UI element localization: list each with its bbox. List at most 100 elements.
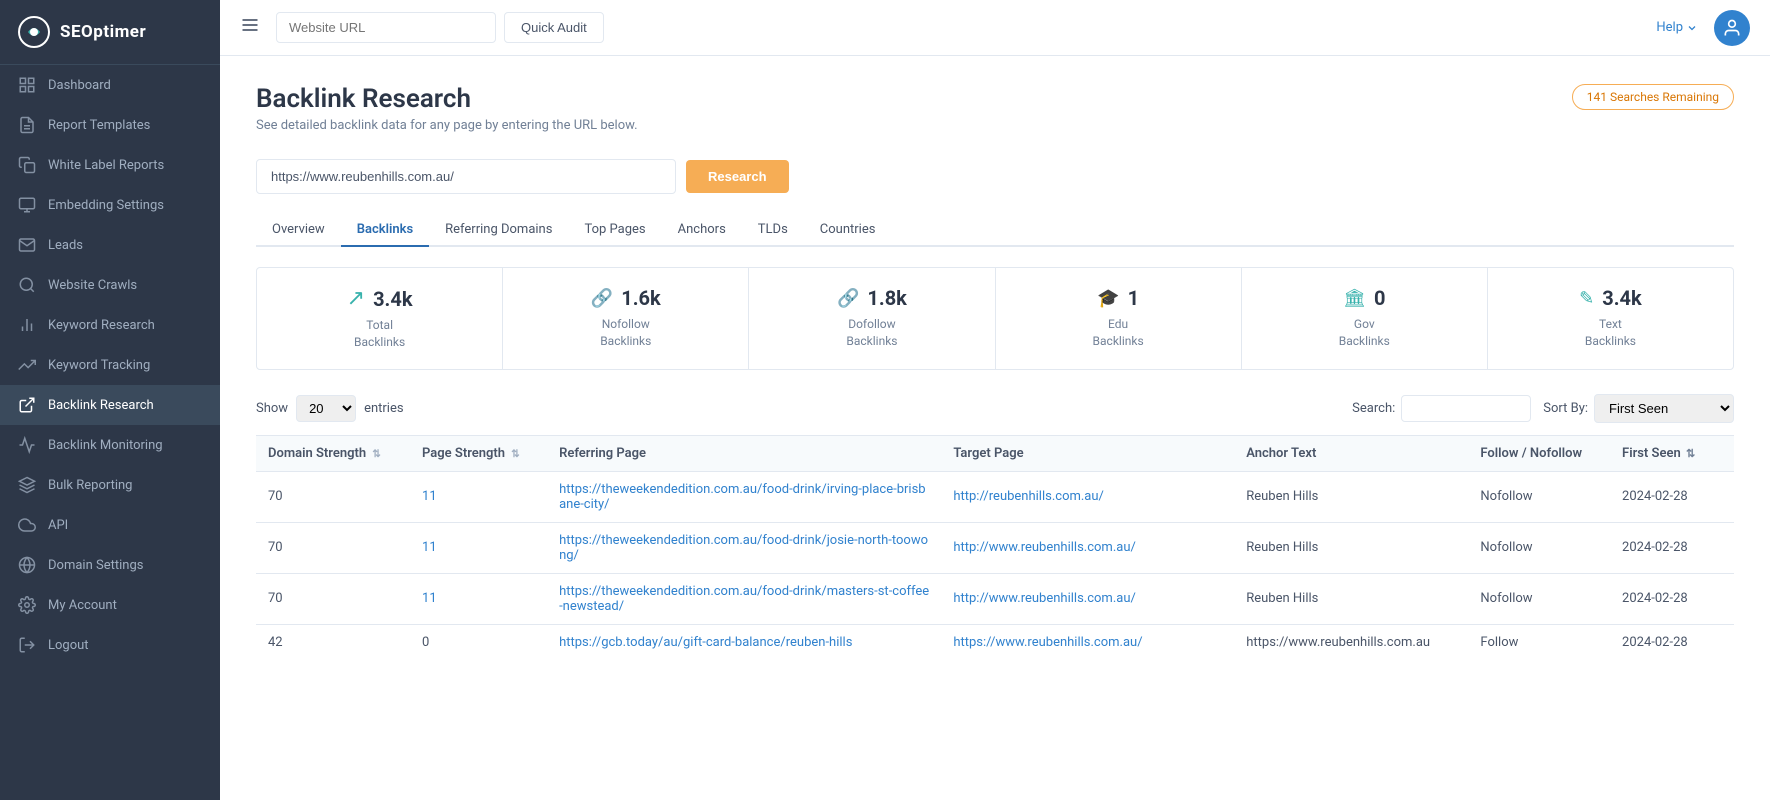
sidebar-item-dashboard[interactable]: Dashboard: [0, 65, 220, 105]
topbar-right: Help: [1656, 10, 1750, 46]
th-follow-nofollow: Follow / Nofollow: [1468, 435, 1610, 471]
sidebar-item-logout[interactable]: Logout: [0, 625, 220, 665]
th-target-page: Target Page: [941, 435, 1234, 471]
sidebar-item-website-crawls[interactable]: Website Crawls: [0, 265, 220, 305]
cell-referring-page: https://theweekendedition.com.au/food-dr…: [547, 471, 941, 522]
stat-dofollow-backlinks: 🔗 1.8k DofollowBacklinks: [749, 268, 995, 369]
total-backlinks-label: TotalBacklinks: [354, 317, 405, 351]
url-research-input[interactable]: [256, 159, 676, 194]
sidebar-item-embedding-settings[interactable]: Embedding Settings: [0, 185, 220, 225]
sidebar-item-report-templates[interactable]: Report Templates: [0, 105, 220, 145]
cell-domain-strength: 70: [256, 471, 410, 522]
cell-domain-strength: 70: [256, 573, 410, 624]
sidebar-item-keyword-research[interactable]: Keyword Research: [0, 305, 220, 345]
sidebar-item-domain-settings[interactable]: Domain Settings: [0, 545, 220, 585]
backlinks-table: Domain Strength ⇅ Page Strength ⇅ Referr…: [256, 435, 1734, 660]
cell-domain-strength: 42: [256, 624, 410, 660]
target-page-link[interactable]: http://www.reubenhills.com.au/: [953, 540, 1136, 555]
page-title: Backlink Research: [256, 84, 638, 114]
main-area: Quick Audit Help Backlink Research See d…: [220, 0, 1770, 800]
sidebar-item-leads[interactable]: Leads: [0, 225, 220, 265]
cell-referring-page: https://theweekendedition.com.au/food-dr…: [547, 573, 941, 624]
sidebar-item-backlink-monitoring[interactable]: Backlink Monitoring: [0, 425, 220, 465]
globe-icon: [18, 556, 36, 574]
bar-chart-icon: [18, 316, 36, 334]
entries-label: entries: [364, 401, 404, 416]
nofollow-label: NofollowBacklinks: [600, 316, 651, 350]
grid-icon: [18, 76, 36, 94]
referring-page-link[interactable]: https://gcb.today/au/gift-card-balance/r…: [559, 635, 852, 650]
referring-page-link[interactable]: https://theweekendedition.com.au/food-dr…: [559, 584, 929, 614]
table-controls: Show 10 20 50 100 entries Search: Sort B…: [256, 394, 1734, 423]
sort-select[interactable]: First Seen Domain Strength Page Strength: [1594, 394, 1734, 423]
sidebar-item-white-label-reports[interactable]: White Label Reports: [0, 145, 220, 185]
chevron-down-icon: [1686, 22, 1698, 34]
table-search-input[interactable]: [1401, 395, 1531, 422]
website-url-input[interactable]: [276, 12, 496, 43]
logout-icon: [18, 636, 36, 654]
cell-first-seen: 2024-02-28: [1610, 471, 1734, 522]
tab-overview[interactable]: Overview: [256, 214, 341, 247]
text-backlinks-icon: ✎: [1579, 288, 1594, 309]
cell-first-seen: 2024-02-28: [1610, 624, 1734, 660]
sidebar-item-backlink-research[interactable]: Backlink Research: [0, 385, 220, 425]
help-button[interactable]: Help: [1656, 20, 1698, 35]
entries-select[interactable]: 10 20 50 100: [296, 395, 356, 422]
tab-backlinks[interactable]: Backlinks: [341, 214, 429, 247]
sidebar-item-leads-label: Leads: [48, 238, 83, 253]
sidebar-item-api[interactable]: API: [0, 505, 220, 545]
target-page-link[interactable]: https://www.reubenhills.com.au/: [953, 635, 1142, 650]
tab-countries[interactable]: Countries: [804, 214, 892, 247]
sidebar-item-bulk-reporting[interactable]: Bulk Reporting: [0, 465, 220, 505]
referring-page-link[interactable]: https://theweekendedition.com.au/food-dr…: [559, 533, 928, 563]
th-referring-page: Referring Page: [547, 435, 941, 471]
th-anchor-text: Anchor Text: [1234, 435, 1468, 471]
cell-target-page: http://www.reubenhills.com.au/: [941, 573, 1234, 624]
table-search-control: Search:: [1352, 395, 1531, 422]
referring-page-link[interactable]: https://theweekendedition.com.au/food-dr…: [559, 482, 926, 512]
th-page-strength: Page Strength ⇅: [410, 435, 547, 471]
tab-referring-domains[interactable]: Referring Domains: [429, 214, 568, 247]
text-backlinks-value: 3.4k: [1602, 286, 1641, 310]
tab-anchors[interactable]: Anchors: [662, 214, 742, 247]
sidebar-item-report-templates-label: Report Templates: [48, 118, 150, 133]
cell-anchor-text: Reuben Hills: [1234, 522, 1468, 573]
sidebar-item-keyword-research-label: Keyword Research: [48, 318, 155, 333]
user-icon: [1722, 18, 1742, 38]
text-backlinks-label: TextBacklinks: [1585, 316, 1636, 350]
cell-follow-nofollow: Nofollow: [1468, 522, 1610, 573]
trending-up-icon: [18, 356, 36, 374]
searches-remaining-badge: 141 Searches Remaining: [1572, 84, 1734, 110]
hamburger-icon: [240, 15, 260, 35]
stat-total-backlinks: ↗ 3.4k TotalBacklinks: [257, 268, 503, 369]
tabs: Overview Backlinks Referring Domains Top…: [256, 214, 1734, 247]
table-row: 70 11 https://theweekendedition.com.au/f…: [256, 522, 1734, 573]
edu-label: EduBacklinks: [1093, 316, 1144, 350]
hamburger-button[interactable]: [240, 15, 260, 40]
sidebar-item-my-account-label: My Account: [48, 598, 117, 613]
edu-icon: 🎓: [1097, 288, 1119, 309]
sort-by-label: Sort By:: [1543, 401, 1588, 416]
target-page-link[interactable]: http://reubenhills.com.au/: [953, 489, 1104, 504]
quick-audit-button[interactable]: Quick Audit: [504, 12, 604, 43]
tab-tlds[interactable]: TLDs: [742, 214, 804, 247]
sidebar-logo: SEOptimer: [0, 0, 220, 65]
sidebar-item-website-crawls-label: Website Crawls: [48, 278, 137, 293]
file-text-icon: [18, 116, 36, 134]
th-first-seen: First Seen ⇅: [1610, 435, 1734, 471]
page-content: Backlink Research See detailed backlink …: [220, 56, 1770, 800]
target-page-link[interactable]: http://www.reubenhills.com.au/: [953, 591, 1136, 606]
sort-arrows-page: ⇅: [511, 449, 519, 460]
user-avatar[interactable]: [1714, 10, 1750, 46]
cell-anchor-text: Reuben Hills: [1234, 471, 1468, 522]
page-subtitle: See detailed backlink data for any page …: [256, 118, 638, 133]
show-label: Show: [256, 401, 288, 416]
sidebar-item-keyword-tracking-label: Keyword Tracking: [48, 358, 150, 373]
dofollow-value: 1.8k: [867, 286, 906, 310]
sidebar-item-keyword-tracking[interactable]: Keyword Tracking: [0, 345, 220, 385]
research-button[interactable]: Research: [686, 160, 789, 193]
search-icon: [18, 276, 36, 294]
sidebar-item-api-label: API: [48, 518, 68, 533]
sidebar-item-my-account[interactable]: My Account: [0, 585, 220, 625]
tab-top-pages[interactable]: Top Pages: [568, 214, 661, 247]
